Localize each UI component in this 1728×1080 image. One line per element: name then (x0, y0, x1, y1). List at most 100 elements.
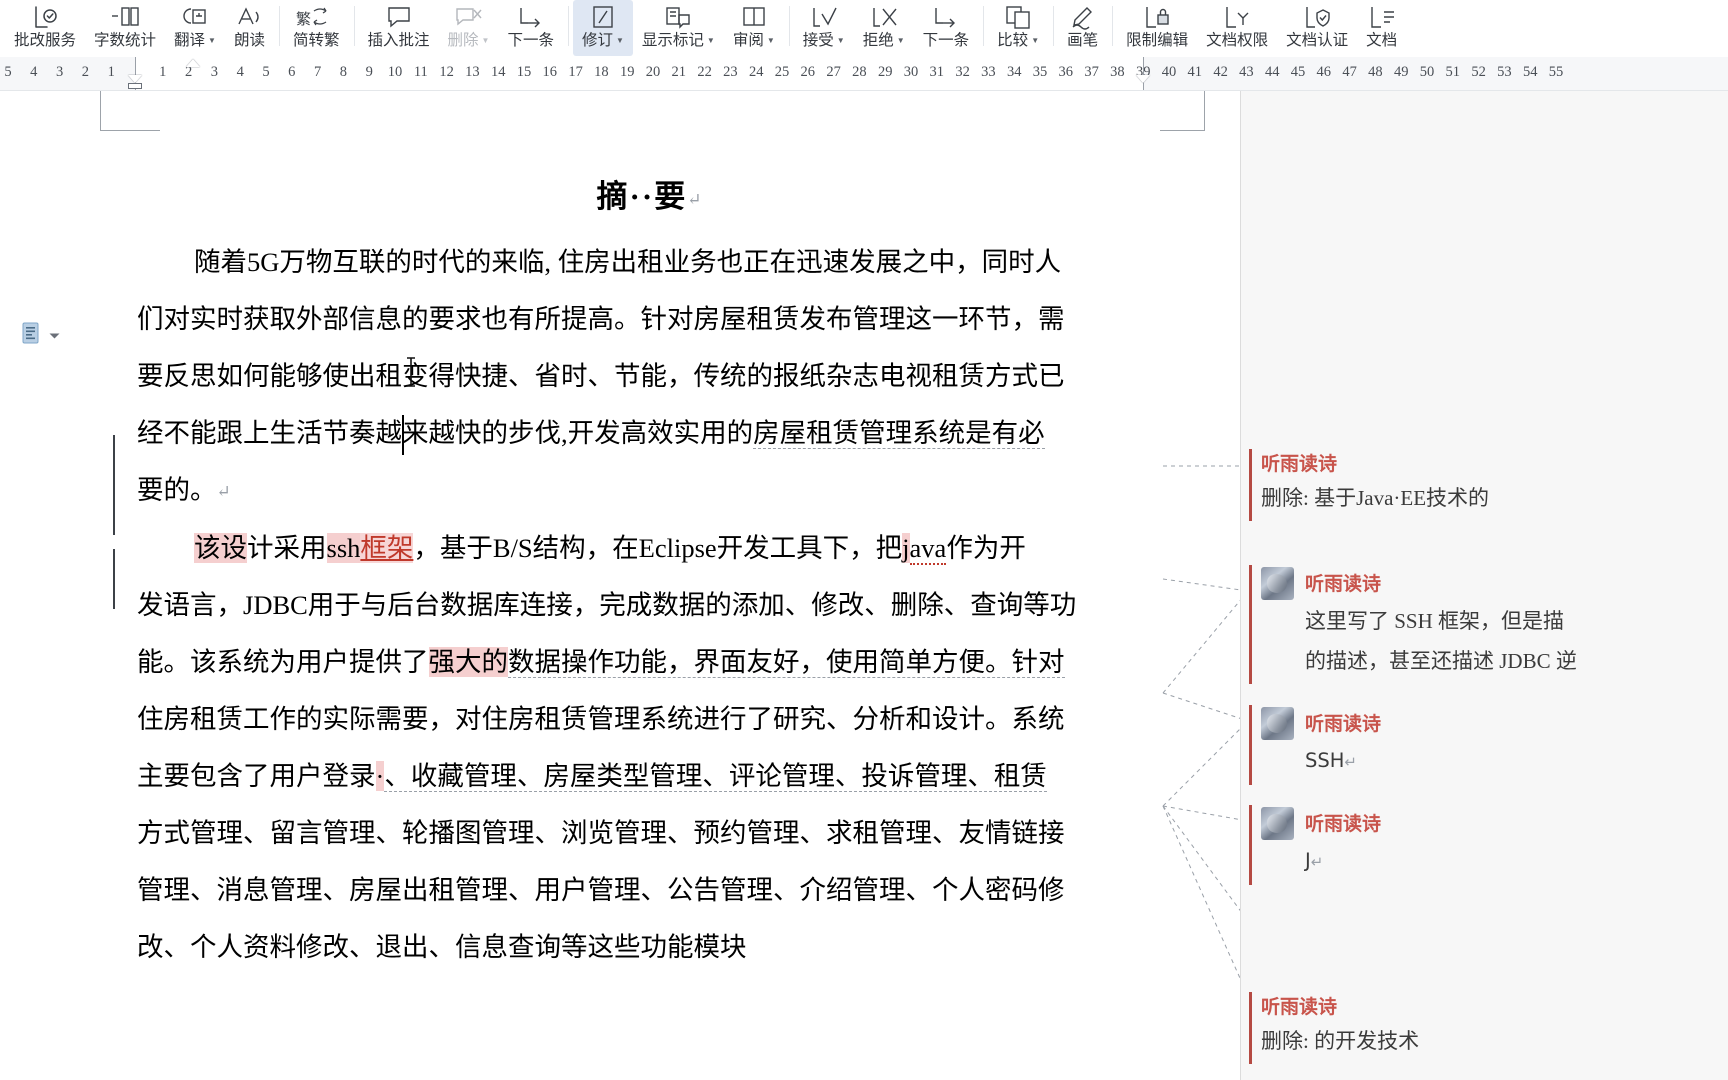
paragraph-mark: ↵ (1310, 853, 1324, 871)
chevron-down-icon[interactable]: ▼ (767, 31, 775, 50)
comment-card[interactable]: 听雨读诗 J↵ (1241, 799, 1728, 891)
comment-card[interactable]: 听雨读诗 删除: 基于Java·EE技术的 (1241, 443, 1728, 527)
document-page[interactable]: 摘··要↵ 随着5G万物互联的时代的来临, 住房出租业务也正在迅速发展之中，同时… (0, 91, 1240, 1080)
accept-change-icon (803, 4, 845, 30)
document-line[interactable]: 要的。↵ (137, 462, 1163, 520)
document-line[interactable]: 管理、消息管理、房屋出租管理、用户管理、公告管理、介绍管理、个人密码修 (137, 862, 1163, 919)
document-line[interactable]: 住房租赁工作的实际需要，对住房租赁管理系统进行了研究、分析和设计。系统 (137, 691, 1163, 748)
chevron-down-icon[interactable] (49, 327, 60, 345)
commented-text-run: 数据操作功能，界面友好，使用简单方便。针对 (508, 647, 1065, 678)
ruler-tick: 12 (439, 64, 454, 80)
ribbon-button-label: 下一条 (507, 32, 554, 49)
chevron-down-icon[interactable]: ▼ (897, 31, 905, 50)
comment-card[interactable]: 听雨读诗 SSH↵ (1241, 699, 1728, 791)
ribbon-button-read-aloud[interactable]: 朗读 (225, 0, 274, 56)
comment-card[interactable]: 听雨读诗 删除: 的开发技术 (1241, 986, 1728, 1070)
ribbon-button-show-markup[interactable]: 显示标记 ▼ (633, 0, 724, 56)
text-run: 计采用 (247, 533, 327, 563)
document-line[interactable]: 随着5G万物互联的时代的来临, 住房出租业务也正在迅速发展之中，同时人 (137, 234, 1163, 291)
chevron-down-icon[interactable]: ▼ (837, 31, 845, 50)
horizontal-ruler[interactable]: 5 4 3 2 1 1 2 3 4 5 6 7 8 9 10 11 12 13 14 15 16 17 18 19 20 21 22… (0, 57, 1728, 91)
ribbon-button-label: 批改服务 (14, 32, 77, 49)
highlighted-text-run: 强大的 (428, 647, 508, 677)
ribbon-button-next-change[interactable]: 下一条 (914, 0, 979, 56)
comment-body: 这里写了 SSH 框架，但是描 (1305, 609, 1565, 633)
ruler-tick: 23 (723, 64, 738, 80)
ruler-tick: 49 (1393, 64, 1409, 80)
ribbon-button-reject-change[interactable]: 拒绝 ▼ (854, 0, 914, 56)
ruler-tick: 46 (1316, 64, 1332, 80)
document-body[interactable]: 摘··要↵ 随着5G万物互联的时代的来临, 住房出租业务也正在迅速发展之中，同时… (137, 91, 1163, 976)
ribbon-button-reviewing-pane[interactable]: 审阅 ▼ (724, 0, 784, 56)
chevron-down-icon[interactable]: ▼ (707, 31, 715, 50)
ruler-tick: 9 (365, 64, 373, 80)
ruler-tick: 18 (594, 64, 609, 80)
ribbon-button-track-changes[interactable]: 修订 ▼ (572, 0, 633, 56)
left-indent-box-marker[interactable] (128, 83, 142, 89)
hanging-indent-marker[interactable] (128, 75, 142, 83)
ribbon-button-word-count[interactable]: 字数统计 (85, 0, 165, 56)
comment-author: 听雨读诗 (1305, 712, 1382, 735)
ruler-tick: 3 (210, 64, 219, 80)
avatar[interactable] (1261, 707, 1294, 740)
ruler-tick: 17 (568, 64, 583, 80)
first-line-indent-marker[interactable] (186, 59, 201, 67)
document-workspace: 摘··要↵ 随着5G万物互联的时代的来临, 住房出租业务也正在迅速发展之中，同时… (0, 91, 1728, 1080)
document-line[interactable]: 该设计采用ssh框架，基于B/S结构，在Eclipse开发工具下，把java作为… (137, 520, 1163, 577)
document-line[interactable]: 改、个人资料修改、退出、信息查询等这些功能模块 (137, 919, 1163, 976)
document-line[interactable]: 方式管理、留言管理、轮播图管理、浏览管理、预约管理、求租管理、友情链接 (137, 805, 1163, 862)
avatar[interactable] (1261, 567, 1294, 600)
track-changes-icon (582, 4, 624, 30)
comment-header: 听雨读诗 (1261, 994, 1715, 1020)
ruler-track[interactable]: 5 4 3 2 1 1 2 3 4 5 6 7 8 9 10 11 12 13 14 15 16 17 18 19 20 21 22… (0, 57, 1728, 90)
ribbon-button-insert-comment[interactable]: 插入批注 (359, 0, 439, 56)
ribbon-button-label: 文档 (1366, 32, 1398, 49)
ruler-tick: 40 (1161, 64, 1177, 80)
ribbon-group-compare: 比较 ▼ (983, 0, 1053, 56)
ruler-tick: 6 (288, 64, 296, 80)
ribbon-button-doc-permission[interactable]: 文档权限 (1197, 0, 1277, 56)
comment-body: 删除: 基于Java·EE技术的 (1261, 486, 1490, 510)
ruler-tick: 20 (645, 64, 661, 80)
comments-pane[interactable]: 听雨读诗 删除: 基于Java·EE技术的 听雨读诗 这里写了 SSH 框架，但是描的… (1240, 91, 1728, 1080)
ruler-tick: 13 (465, 64, 480, 80)
ribbon-button-simplified-to-traditional[interactable]: 繁简转繁 (284, 0, 349, 56)
right-indent-marker[interactable] (1136, 75, 1151, 83)
ruler-tick: 11 (413, 64, 428, 80)
comment-body: SSH↵ (1305, 749, 1357, 772)
ribbon-button-accept-change[interactable]: 接受 ▼ (794, 0, 854, 56)
comment-card[interactable]: 听雨读诗 这里写了 SSH 框架，但是描 的描述，甚至还描述 JDBC 逆 (1241, 559, 1728, 690)
change-bar (113, 435, 115, 535)
ruler-tick: 4 (30, 64, 38, 80)
ribbon-button-doc-certify[interactable]: 文档认证 (1277, 0, 1357, 56)
chevron-down-icon[interactable]: ▼ (208, 31, 216, 50)
ribbon-button-compare-docs[interactable]: 比较 ▼ (988, 0, 1048, 56)
ribbon-button-label: 显示标记 ▼ (641, 31, 715, 50)
document-line[interactable]: 们对实时获取外部信息的要求也有所提高。针对房屋租赁发布管理这一环节，需 (137, 291, 1163, 348)
ruler-tick: 54 (1522, 64, 1538, 80)
ribbon-button-ink-pen[interactable]: 画笔 (1058, 0, 1107, 56)
paragraph-container[interactable]: 随着5G万物互联的时代的来临, 住房出租业务也正在迅速发展之中，同时人 们对实时获… (137, 234, 1163, 976)
document-line[interactable]: 能。该系统为用户提供了强大的数据操作功能，界面友好，使用简单方便。针对 (137, 634, 1163, 691)
chevron-down-icon[interactable]: ▼ (482, 31, 490, 50)
ribbon-button-translate[interactable]: 翻译 ▼ (165, 0, 225, 56)
ribbon-button-restrict-editing[interactable]: 限制编辑 (1117, 0, 1197, 56)
ribbon-button-doc-check[interactable]: 批改服务 (5, 0, 85, 56)
chevron-down-icon[interactable]: ▼ (616, 31, 624, 50)
document-line[interactable]: 主要包含了用户登录·、收藏管理、房屋类型管理、评论管理、投诉管理、租赁 (137, 748, 1163, 805)
document-line[interactable]: 经不能跟上生活节奏越来越快的步伐,开发高效实用的房屋租赁管理系统是有必 (137, 405, 1163, 462)
text-run: 发语言，JDBC用于与后台数据库连接，完成数据的添加、修改、删除、查询等功 (137, 590, 1077, 620)
avatar[interactable] (1261, 807, 1294, 840)
ruler-tick: 21 (671, 64, 687, 80)
ribbon-button-next-comment[interactable]: 下一条 (498, 0, 563, 56)
document-line[interactable]: 发语言，JDBC用于与后台数据库连接，完成数据的添加、修改、删除、查询等功 (137, 577, 1163, 634)
ribbon-button-doc-more[interactable]: 文档 (1357, 0, 1406, 56)
ruler-tick: 3 (55, 64, 64, 80)
ruler-tick: 7 (313, 64, 322, 80)
comment-header: 听雨读诗 (1261, 567, 1715, 600)
ribbon-button-label: 限制编辑 (1126, 32, 1189, 49)
paste-options-button[interactable] (22, 321, 60, 350)
chevron-down-icon[interactable]: ▼ (1031, 31, 1039, 50)
review-ribbon: 批改服务 字数统计 翻译 ▼ 朗读繁简转繁 插入批注 删除 ▼ 下一条 修订 ▼ 显示标记 ▼ 审阅 ▼ 接受… (0, 0, 1728, 57)
document-line[interactable]: 要反思如何能够使出租变得快捷、省时、节能，传统的报纸杂志电视租赁方式已 (137, 348, 1163, 405)
